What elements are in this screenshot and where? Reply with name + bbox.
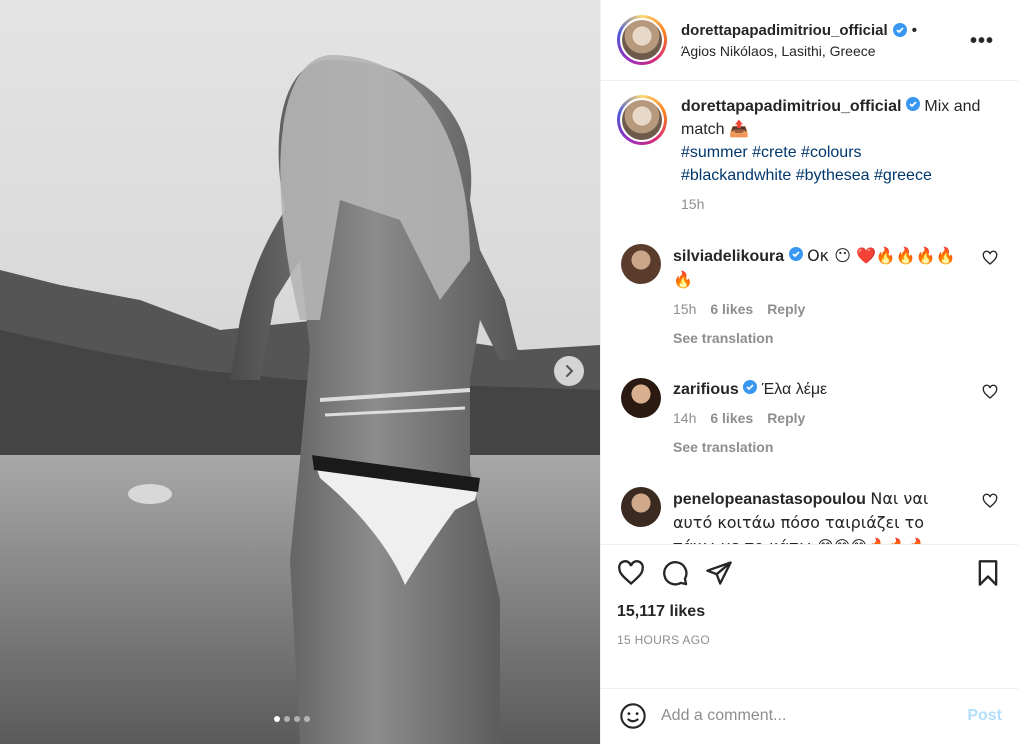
post-side-panel: dorettapapadimitriou_official • Άgios Ni… [600, 0, 1018, 744]
author-avatar[interactable] [617, 15, 667, 66]
caption-avatar[interactable] [617, 95, 667, 146]
post-location[interactable]: Άgios Nikólaos, Lasithi, Greece [681, 43, 917, 59]
verified-badge-icon [743, 380, 758, 395]
verified-badge-icon [788, 247, 803, 262]
comment-like-heart-icon[interactable] [982, 250, 998, 266]
comment-like-heart-icon[interactable] [982, 493, 998, 509]
share-paper-plane-icon[interactable] [705, 559, 733, 587]
comment-avatar[interactable] [621, 378, 661, 419]
carousel-next-button[interactable] [554, 356, 584, 386]
post-actions: 15,117 likes 15 HOURS AGO [601, 544, 1018, 688]
post-header: dorettapapadimitriou_official • Άgios Ni… [601, 0, 1018, 82]
chevron-right-icon [566, 365, 574, 377]
verified-badge-icon [905, 97, 920, 112]
add-comment-bar: Post [601, 687, 1018, 744]
comment-username[interactable]: zarifious [673, 381, 739, 398]
instagram-post-view: dorettapapadimitriou_official • Άgios Ni… [0, 0, 1018, 744]
photo-scene [0, 0, 600, 744]
comment-avatar[interactable] [621, 244, 661, 285]
caption-hashtags-line2[interactable]: #blackandwhite #bythesea #greece [681, 167, 932, 184]
likes-count[interactable]: 15,117 likes [617, 603, 1002, 621]
caption-hashtags-line1[interactable]: #summer #crete #colours [681, 144, 862, 161]
post-timestamp: 15 HOURS AGO [617, 633, 710, 648]
author-username[interactable]: dorettapapadimitriou_official [681, 22, 888, 39]
comment-time: 15h [673, 301, 697, 318]
carousel-dot [304, 716, 310, 722]
more-options-button[interactable]: ••• [970, 30, 994, 53]
comments-section: dorettapapadimitriou_official Mix and ma… [601, 81, 1018, 544]
post-caption: dorettapapadimitriou_official Mix and ma… [617, 95, 1002, 216]
comment-bubble-icon[interactable] [661, 559, 689, 587]
caption-username[interactable]: dorettapapadimitriou_official [681, 98, 901, 115]
comment-reply-button[interactable]: Reply [767, 407, 805, 430]
emoji-smiley-icon[interactable] [619, 702, 647, 730]
comment-username[interactable]: silviadelikoura [673, 248, 784, 265]
comment-like-heart-icon[interactable] [982, 384, 998, 400]
see-translation-link[interactable]: See translation [673, 436, 963, 459]
post-comment-button[interactable]: Post [967, 707, 1002, 725]
carousel-dot [274, 716, 280, 722]
verified-badge-icon [892, 23, 907, 38]
comment-item: silviadelikoura Οκ 😶 ❤️🔥🔥🔥🔥🔥 15h 6 likes… [617, 244, 1002, 350]
comment-text: Έλα λέμε [761, 381, 828, 399]
comment-time: 14h [673, 410, 697, 427]
like-heart-icon[interactable] [617, 559, 645, 587]
caption-time: 15h [681, 196, 705, 213]
comment-item: penelopeanastasopoulou Ναι ναι αυτό κοιτ… [617, 487, 1002, 544]
comment-reply-button[interactable]: Reply [767, 298, 805, 321]
separator-dot: • [911, 21, 917, 39]
post-photo[interactable] [0, 0, 600, 744]
carousel-dot [294, 716, 300, 722]
comment-username[interactable]: penelopeanastasopoulou [673, 491, 866, 508]
add-comment-input[interactable] [661, 707, 968, 726]
carousel-indicator [274, 716, 310, 722]
save-bookmark-icon[interactable] [974, 559, 1002, 587]
comment-likes[interactable]: 6 likes [710, 298, 753, 321]
comment-avatar[interactable] [621, 487, 661, 528]
comment-item: zarifious Έλα λέμε 14h 6 likes Reply See… [617, 378, 1002, 459]
comment-likes[interactable]: 6 likes [710, 407, 753, 430]
carousel-dot [284, 716, 290, 722]
see-translation-link[interactable]: See translation [673, 327, 963, 350]
